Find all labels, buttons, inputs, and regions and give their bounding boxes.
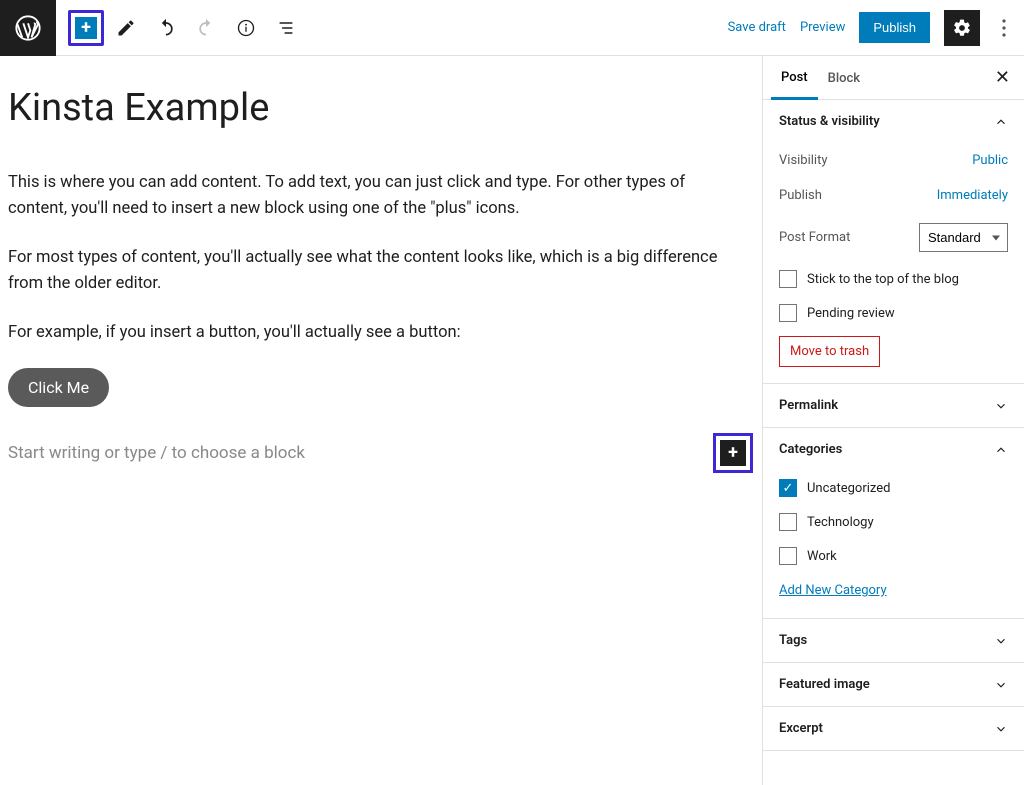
close-icon: ✕ xyxy=(995,67,1010,88)
chevron-down-icon xyxy=(994,634,1008,648)
category-checkbox-uncategorized[interactable]: ✓ xyxy=(779,479,797,497)
stick-label: Stick to the top of the blog xyxy=(807,272,959,287)
settings-button[interactable] xyxy=(944,10,980,46)
toolbar-left-group: + xyxy=(56,10,306,46)
pending-review-checkbox[interactable] xyxy=(779,304,797,322)
editor-canvas[interactable]: Kinsta Example This is where you can add… xyxy=(0,56,762,785)
chevron-up-icon xyxy=(994,115,1008,129)
plus-icon: + xyxy=(75,17,97,39)
visibility-value[interactable]: Public xyxy=(972,153,1008,168)
panel-permalink: Permalink xyxy=(763,384,1024,428)
block-placeholder[interactable]: Start writing or type / to choose a bloc… xyxy=(8,443,713,463)
panel-title: Categories xyxy=(779,442,842,457)
add-new-category-link[interactable]: Add New Category xyxy=(779,573,1008,602)
publish-value[interactable]: Immediately xyxy=(937,188,1008,203)
empty-block-row: Start writing or type / to choose a bloc… xyxy=(8,433,753,473)
stick-checkbox[interactable] xyxy=(779,270,797,288)
panel-categories: Categories ✓ Uncategorized Technology Wo… xyxy=(763,428,1024,619)
plus-icon: + xyxy=(720,440,746,466)
list-outline-icon xyxy=(276,18,296,38)
paragraph-block[interactable]: This is where you can add content. To ad… xyxy=(8,170,748,223)
info-button[interactable] xyxy=(228,10,264,46)
panel-featured-image: Featured image xyxy=(763,663,1024,707)
outline-button[interactable] xyxy=(268,10,304,46)
preview-button[interactable]: Preview xyxy=(800,20,845,35)
panel-header-permalink[interactable]: Permalink xyxy=(763,384,1024,427)
panel-title: Permalink xyxy=(779,398,838,413)
category-label: Uncategorized xyxy=(807,481,890,496)
add-block-button[interactable]: + xyxy=(68,10,104,46)
category-label: Work xyxy=(807,549,837,564)
save-draft-button[interactable]: Save draft xyxy=(728,20,786,35)
more-options-button[interactable] xyxy=(994,10,1014,46)
category-checkbox-technology[interactable] xyxy=(779,513,797,531)
post-format-label: Post Format xyxy=(779,230,850,245)
redo-icon xyxy=(196,18,216,38)
panel-tags: Tags xyxy=(763,619,1024,663)
edit-mode-button[interactable] xyxy=(108,10,144,46)
chevron-down-icon xyxy=(994,722,1008,736)
panel-title: Tags xyxy=(779,633,807,648)
panel-status-visibility: Status & visibility Visibility Public Pu… xyxy=(763,100,1024,384)
chevron-down-icon xyxy=(994,678,1008,692)
panel-title: Excerpt xyxy=(779,721,823,736)
kebab-icon xyxy=(1002,19,1006,37)
visibility-label: Visibility xyxy=(779,153,828,168)
button-block[interactable]: Click Me xyxy=(8,368,109,407)
tab-post[interactable]: Post xyxy=(771,56,818,100)
panel-header-categories[interactable]: Categories xyxy=(763,428,1024,471)
panel-header-featured-image[interactable]: Featured image xyxy=(763,663,1024,706)
close-sidebar-button[interactable]: ✕ xyxy=(989,67,1016,88)
panel-title: Featured image xyxy=(779,677,870,692)
category-label: Technology xyxy=(807,515,874,530)
panel-header-status[interactable]: Status & visibility xyxy=(763,100,1024,143)
editor-topbar: + Save draft Preview Publish xyxy=(0,0,1024,56)
post-format-select[interactable]: Standard xyxy=(919,223,1008,252)
panel-header-excerpt[interactable]: Excerpt xyxy=(763,707,1024,750)
toolbar-right-group: Save draft Preview Publish xyxy=(728,10,1024,46)
undo-icon xyxy=(156,18,176,38)
wordpress-logo[interactable] xyxy=(0,0,56,56)
gear-icon xyxy=(952,18,972,38)
paragraph-block[interactable]: For most types of content, you'll actual… xyxy=(8,245,748,298)
pencil-icon xyxy=(116,18,136,38)
panel-excerpt: Excerpt xyxy=(763,707,1024,751)
pending-review-label: Pending review xyxy=(807,306,895,321)
chevron-up-icon xyxy=(994,443,1008,457)
info-icon xyxy=(236,18,256,38)
settings-sidebar: Post Block ✕ Status & visibility Visibil… xyxy=(762,56,1024,785)
redo-button[interactable] xyxy=(188,10,224,46)
chevron-down-icon xyxy=(994,399,1008,413)
post-title[interactable]: Kinsta Example xyxy=(8,86,754,130)
publish-label: Publish xyxy=(779,188,822,203)
panel-header-tags[interactable]: Tags xyxy=(763,619,1024,662)
paragraph-block[interactable]: For example, if you insert a button, you… xyxy=(8,320,748,346)
sidebar-tabs: Post Block ✕ xyxy=(763,56,1024,100)
undo-button[interactable] xyxy=(148,10,184,46)
inline-add-block-button[interactable]: + xyxy=(713,433,753,473)
publish-button[interactable]: Publish xyxy=(859,12,930,43)
move-to-trash-button[interactable]: Move to trash xyxy=(779,336,880,367)
category-checkbox-work[interactable] xyxy=(779,547,797,565)
post-format-select-wrap: Standard xyxy=(919,223,1008,252)
tab-block[interactable]: Block xyxy=(818,57,870,98)
panel-title: Status & visibility xyxy=(779,114,880,129)
